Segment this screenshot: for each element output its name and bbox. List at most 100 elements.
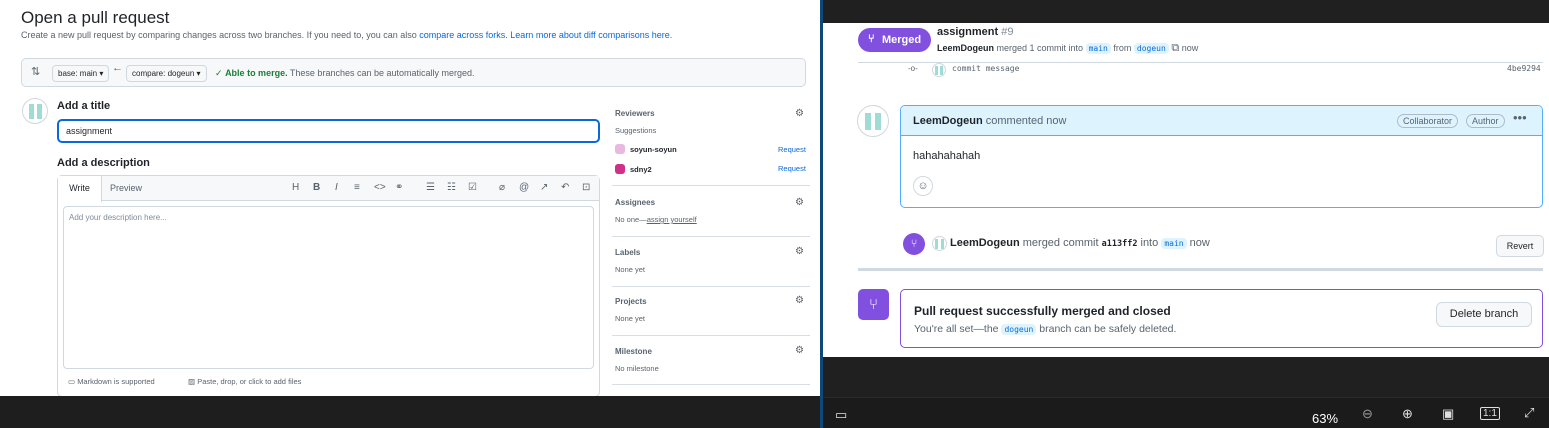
- numbered-list-icon[interactable]: ☰: [426, 182, 435, 193]
- comment-author: LeemDogeun commented now: [913, 115, 1066, 127]
- arrow-left-icon: ←: [112, 62, 123, 74]
- description-textarea[interactable]: Add your description here...: [63, 206, 594, 369]
- merge-base-chip[interactable]: main: [1161, 238, 1187, 249]
- merged-branch-chip[interactable]: dogeun: [1001, 324, 1037, 335]
- merge-event-time: now: [1189, 237, 1210, 249]
- divider: [858, 268, 1543, 271]
- reviewers-heading[interactable]: Reviewers: [615, 109, 655, 118]
- mention-icon[interactable]: @: [519, 182, 529, 193]
- merged-status-box: Pull request successfully merged and clo…: [900, 289, 1543, 348]
- divider: [612, 185, 810, 186]
- merge-icon: ⑂: [858, 289, 889, 320]
- page-title: Open a pull request: [21, 8, 170, 27]
- projects-heading[interactable]: Projects: [615, 297, 647, 306]
- avatar: [932, 63, 946, 77]
- merged-status-badge: ⑂ Merged: [858, 28, 931, 52]
- revert-button[interactable]: Revert: [1496, 235, 1544, 257]
- zoom-level: 63%: [1312, 411, 1339, 426]
- attach-files[interactable]: ▨ Paste, drop, or click to add files: [188, 377, 301, 386]
- compare-forks-link[interactable]: compare across forks.: [419, 30, 508, 40]
- base-branch-select[interactable]: base: main ▾: [52, 65, 110, 82]
- fit-to-window-icon[interactable]: ▣: [1442, 406, 1454, 422]
- kebab-menu-icon[interactable]: •••: [1513, 110, 1527, 125]
- base-branch-chip[interactable]: main: [1085, 43, 1111, 54]
- collaborator-badge: Collaborator: [1397, 114, 1459, 128]
- bullet-list-icon[interactable]: ☷: [447, 182, 456, 193]
- compare-bar: ⇅ base: main ▾ ← compare: dogeun ▾ ✓ Abl…: [21, 58, 806, 87]
- undo-icon[interactable]: ↶: [561, 182, 569, 193]
- assignees-value: No one—assign yourself: [615, 215, 697, 224]
- attach-icon[interactable]: ⌀: [499, 182, 505, 193]
- pr-author-link[interactable]: LeemDogeun: [937, 43, 994, 53]
- window-divider: [820, 0, 823, 428]
- milestone-gear-icon[interactable]: ⚙: [795, 345, 804, 356]
- code-icon[interactable]: <>: [374, 182, 386, 193]
- divider: [612, 384, 810, 385]
- attach-note-text: Paste, drop, or click to add files: [197, 377, 302, 386]
- request-review-button[interactable]: Request: [778, 145, 806, 154]
- commit-sha[interactable]: 4be9294: [1507, 64, 1541, 73]
- milestone-heading[interactable]: Milestone: [615, 347, 652, 356]
- new-pull-request-panel: Open a pull request Create a new pull re…: [0, 0, 820, 396]
- merge-status-bold: Able to merge.: [225, 68, 288, 78]
- actual-size-icon[interactable]: 1:1: [1480, 407, 1500, 420]
- reviewer-sdny2: sdny2: [630, 165, 652, 174]
- delete-branch-button[interactable]: Delete branch: [1436, 302, 1532, 327]
- title-input[interactable]: assignment: [57, 119, 600, 143]
- commit-message[interactable]: commit message: [952, 64, 1019, 73]
- viewer-top-strip: [822, 0, 1549, 23]
- zoom-in-icon[interactable]: ⊕: [1402, 406, 1413, 422]
- request-review-button[interactable]: Request: [778, 164, 806, 173]
- merged-sub-2: branch can be safely deleted.: [1039, 323, 1177, 335]
- base-label: base: main: [58, 69, 98, 78]
- pr-title-text: assignment: [937, 26, 999, 38]
- pr-title: assignment #9: [937, 26, 1013, 38]
- compare-branch-select[interactable]: compare: dogeun ▾: [126, 65, 207, 82]
- tab-write[interactable]: Write: [58, 176, 102, 202]
- reference-icon[interactable]: ↗: [540, 182, 548, 193]
- merge-event-icon: ⑂: [903, 233, 925, 255]
- diff-docs-link[interactable]: Learn more about diff comparisons here.: [510, 30, 672, 40]
- head-branch-chip[interactable]: dogeun: [1133, 43, 1169, 54]
- tab-preview[interactable]: Preview: [110, 176, 142, 201]
- markdown-note[interactable]: ▭ Markdown is supported: [68, 377, 155, 386]
- editor-toolbar: Write Preview H B I ≡ <> ⚭ ☰ ☷ ☑ ⌀ @ ↗ ↶…: [58, 176, 599, 202]
- merged-title: Pull request successfully merged and clo…: [914, 304, 1171, 318]
- comment-author-link[interactable]: LeemDogeun: [913, 115, 983, 127]
- fullscreen-icon[interactable]: ⊡: [582, 182, 590, 193]
- task-list-icon[interactable]: ☑: [468, 182, 477, 193]
- compare-icon: ⇅: [31, 66, 41, 78]
- page-subtitle: Create a new pull request by comparing c…: [21, 30, 672, 40]
- avatar: [857, 105, 889, 137]
- add-reaction-icon[interactable]: ☺: [913, 176, 933, 196]
- comment: LeemDogeun commented now Collaborator Au…: [900, 105, 1543, 208]
- labels-heading[interactable]: Labels: [615, 248, 640, 257]
- image-viewer-toolbar: ▭ 63% ⊖ ⊕ ▣ 1:1 ⤢: [822, 397, 1549, 428]
- avatar: [932, 236, 947, 251]
- markdown-note-text: Markdown is supported: [77, 377, 155, 386]
- merge-event-user[interactable]: LeemDogeun: [950, 237, 1020, 249]
- assignees-heading[interactable]: Assignees: [615, 198, 655, 207]
- pr-meta-text: merged 1 commit into: [996, 43, 1084, 53]
- reviewers-gear-icon[interactable]: ⚙: [795, 108, 804, 119]
- link-icon[interactable]: ⚭: [395, 182, 403, 193]
- merge-event-text: merged commit: [1022, 237, 1099, 249]
- zoom-out-icon[interactable]: ⊖: [1362, 406, 1373, 422]
- merge-commit-sha[interactable]: a113ff2: [1102, 239, 1138, 249]
- fullscreen-icon[interactable]: ⤢: [1524, 405, 1534, 421]
- projects-gear-icon[interactable]: ⚙: [795, 295, 804, 306]
- heading-icon[interactable]: H: [292, 182, 299, 193]
- filmstrip-icon[interactable]: ▭: [835, 407, 847, 423]
- copy-icon[interactable]: ⧉: [1171, 42, 1179, 54]
- italic-icon[interactable]: I: [335, 182, 338, 193]
- image-icon: ▨: [188, 377, 196, 386]
- labels-gear-icon[interactable]: ⚙: [795, 246, 804, 257]
- bold-icon[interactable]: B: [313, 182, 320, 193]
- quote-icon[interactable]: ≡: [354, 182, 360, 193]
- assignees-gear-icon[interactable]: ⚙: [795, 197, 804, 208]
- assign-yourself-link[interactable]: assign yourself: [647, 215, 697, 224]
- author-badge: Author: [1466, 114, 1505, 128]
- reviewer-avatar: [615, 144, 625, 154]
- labels-value: None yet: [615, 265, 646, 274]
- background: [0, 396, 822, 428]
